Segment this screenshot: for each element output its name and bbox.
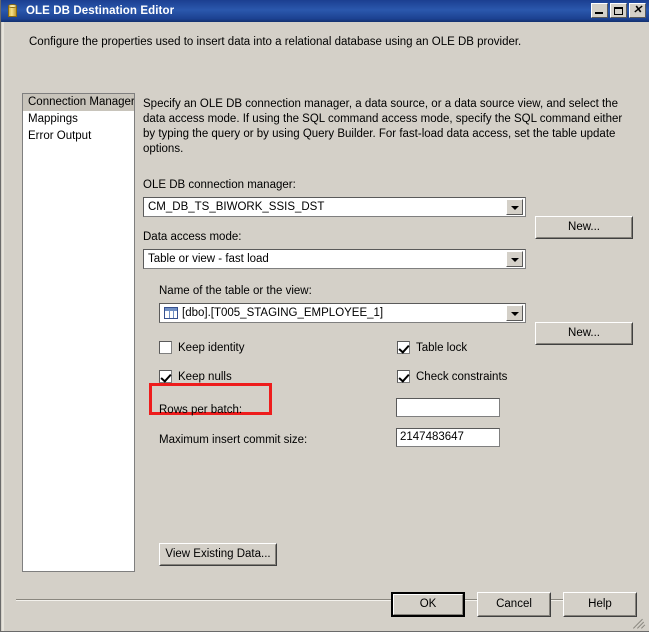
new-connection-manager-button[interactable]: New... bbox=[535, 216, 633, 239]
pane-description: Specify an OLE DB connection manager, a … bbox=[143, 98, 623, 155]
close-button[interactable]: ✕ bbox=[629, 3, 646, 18]
dialog-intro-text: Configure the properties used to insert … bbox=[29, 36, 522, 48]
chevron-down-icon[interactable] bbox=[506, 199, 523, 215]
close-icon: ✕ bbox=[632, 4, 643, 16]
max-insert-commit-size-label: Maximum insert commit size: bbox=[159, 434, 308, 446]
dialog-body: Configure the properties used to insert … bbox=[2, 22, 649, 631]
cancel-button[interactable]: Cancel bbox=[477, 592, 551, 617]
data-access-mode-value: Table or view - fast load bbox=[148, 253, 269, 265]
resize-grip-icon[interactable] bbox=[633, 616, 646, 629]
max-insert-commit-size-input[interactable]: 2147483647 bbox=[396, 428, 500, 447]
keep-nulls-checkbox[interactable] bbox=[159, 370, 172, 383]
window-controls: ✕ bbox=[591, 3, 646, 18]
sidebar-item-label: Connection Manager bbox=[28, 96, 135, 108]
sidebar-item-error-output[interactable]: Error Output bbox=[23, 128, 134, 145]
table-or-view-value: [dbo].[T005_STAGING_EMPLOYEE_1] bbox=[182, 307, 384, 319]
table-icon bbox=[164, 307, 178, 319]
check-constraints-checkbox[interactable] bbox=[397, 370, 410, 383]
sidebar-item-label: Mappings bbox=[28, 113, 78, 125]
rows-per-batch-label: Rows per batch: bbox=[159, 404, 243, 416]
sidebar-item-connection-manager[interactable]: Connection Manager bbox=[23, 94, 134, 111]
title-bar: OLE DB Destination Editor ✕ bbox=[1, 0, 649, 22]
table-or-view-label: Name of the table or the view: bbox=[159, 285, 312, 297]
keep-nulls-checkbox-row[interactable]: Keep nulls bbox=[159, 370, 232, 383]
table-lock-checkbox[interactable] bbox=[397, 341, 410, 354]
keep-nulls-label: Keep nulls bbox=[178, 370, 232, 383]
keep-identity-label: Keep identity bbox=[178, 341, 245, 354]
rows-per-batch-input[interactable] bbox=[396, 398, 500, 417]
sidebar-item-label: Error Output bbox=[28, 130, 92, 142]
check-constraints-label: Check constraints bbox=[416, 370, 508, 383]
chevron-down-icon[interactable] bbox=[506, 251, 523, 267]
keep-identity-checkbox-row[interactable]: Keep identity bbox=[159, 341, 245, 354]
window-frame: OLE DB Destination Editor ✕ Configure th… bbox=[0, 0, 649, 632]
view-existing-data-button[interactable]: View Existing Data... bbox=[159, 543, 277, 566]
minimize-button[interactable] bbox=[591, 3, 608, 18]
new-table-button[interactable]: New... bbox=[535, 322, 633, 345]
help-button[interactable]: Help bbox=[563, 592, 637, 617]
ole-db-destination-editor-dialog: OLE DB Destination Editor ✕ Configure th… bbox=[0, 0, 649, 632]
keep-identity-checkbox[interactable] bbox=[159, 341, 172, 354]
chevron-down-icon[interactable] bbox=[506, 305, 523, 321]
table-or-view-combo[interactable]: [dbo].[T005_STAGING_EMPLOYEE_1] bbox=[159, 303, 526, 323]
connection-manager-value: CM_DB_TS_BIWORK_SSIS_DST bbox=[148, 201, 325, 213]
data-access-mode-combo[interactable]: Table or view - fast load bbox=[143, 249, 526, 269]
maximize-button[interactable] bbox=[610, 3, 627, 18]
ok-button[interactable]: OK bbox=[391, 592, 465, 617]
database-cylinder-icon bbox=[5, 3, 21, 19]
check-constraints-checkbox-row[interactable]: Check constraints bbox=[397, 370, 507, 383]
data-access-mode-label: Data access mode: bbox=[143, 231, 242, 243]
connection-manager-label: OLE DB connection manager: bbox=[143, 179, 296, 191]
table-lock-label: Table lock bbox=[416, 341, 468, 354]
connection-manager-combo[interactable]: CM_DB_TS_BIWORK_SSIS_DST bbox=[143, 197, 526, 217]
window-title: OLE DB Destination Editor bbox=[26, 5, 175, 17]
sidebar-item-mappings[interactable]: Mappings bbox=[23, 111, 134, 128]
page-list[interactable]: Connection Manager Mappings Error Output bbox=[22, 93, 135, 572]
table-lock-checkbox-row[interactable]: Table lock bbox=[397, 341, 467, 354]
